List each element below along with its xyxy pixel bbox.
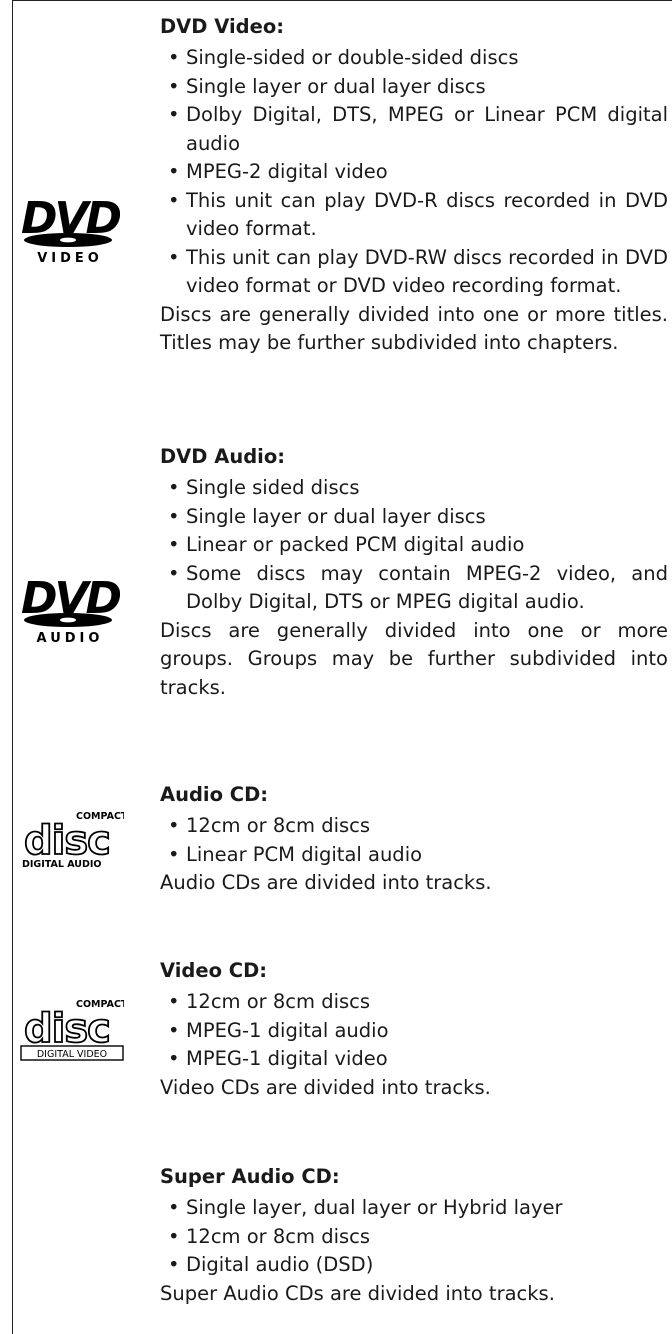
list-item: 12cm or 8cm discs [160, 812, 668, 841]
cd-audio-logo-bottom: DIGITAL AUDIO [22, 859, 101, 870]
section-heading: Video CD: [160, 959, 268, 982]
svg-text:disc: disc [24, 818, 110, 864]
list-item: MPEG-1 digital audio [160, 1017, 668, 1046]
cd-video-logo-bottom: DIGITAL VIDEO [37, 1049, 107, 1060]
compact-disc-digital-audio-logo: COMPACT disc DIGITAL AUDIO [20, 808, 124, 870]
feature-list: Single-sided or double-sided discs Singl… [160, 44, 668, 301]
svg-text:disc: disc [24, 1006, 110, 1052]
list-item: MPEG-2 digital video [160, 158, 668, 187]
page-border-top [12, 0, 672, 1]
section-description: Video CDs are divided into tracks. [160, 1075, 491, 1099]
section-audio-cd: Audio CD: 12cm or 8cm discs Linear PCM d… [160, 782, 668, 898]
section-dvd-audio: DVD Audio: Single sided discs Single lay… [160, 444, 668, 702]
section-heading: DVD Video: [160, 15, 285, 38]
list-item: Linear PCM digital audio [160, 841, 668, 870]
feature-list: 12cm or 8cm discs MPEG-1 digital audio M… [160, 988, 668, 1074]
section-dvd-video: DVD Video: Single-sided or double-sided … [160, 14, 668, 358]
section-super-audio-cd: Super Audio CD: Single layer, dual layer… [160, 1164, 668, 1308]
section-description: Discs are generally divided into one or … [160, 618, 668, 699]
compact-disc-digital-video-logo: COMPACT disc DIGITAL VIDEO [20, 996, 124, 1062]
list-item: Some discs may contain MPEG-2 video, and… [160, 560, 668, 617]
list-item: This unit can play DVD-RW discs recorded… [160, 244, 668, 301]
dvd-video-logo-label: VIDEO [37, 251, 103, 266]
list-item: Dolby Digital, DTS, MPEG or Linear PCM d… [160, 101, 668, 158]
section-heading: DVD Audio: [160, 445, 286, 468]
section-heading: Audio CD: [160, 783, 269, 806]
list-item: Single layer or dual layer discs [160, 73, 668, 102]
list-item: Single layer, dual layer or Hybrid layer [160, 1194, 668, 1223]
list-item: Single sided discs [160, 474, 668, 503]
page-border-left [12, 0, 13, 1334]
section-video-cd: Video CD: 12cm or 8cm discs MPEG-1 digit… [160, 958, 668, 1102]
feature-list: Single sided discs Single layer or dual … [160, 474, 668, 617]
section-heading: Super Audio CD: [160, 1165, 340, 1188]
list-item: Linear or packed PCM digital audio [160, 531, 668, 560]
list-item: MPEG-1 digital video [160, 1045, 668, 1074]
feature-list: Single layer, dual layer or Hybrid layer… [160, 1194, 668, 1280]
list-item: Single-sided or double-sided discs [160, 44, 668, 73]
dvd-video-logo: DVD VIDEO [20, 188, 120, 266]
section-description: Discs are generally divided into one or … [160, 302, 668, 355]
list-item: Single layer or dual layer discs [160, 503, 668, 532]
section-description: Audio CDs are divided into tracks. [160, 871, 492, 894]
section-description: Super Audio CDs are divided into tracks. [160, 1281, 555, 1305]
list-item: 12cm or 8cm discs [160, 1223, 668, 1252]
feature-list: 12cm or 8cm discs Linear PCM digital aud… [160, 812, 668, 869]
list-item: 12cm or 8cm discs [160, 988, 668, 1017]
list-item: This unit can play DVD-R discs recorded … [160, 187, 668, 244]
list-item: Digital audio (DSD) [160, 1251, 668, 1280]
dvd-audio-logo: DVD AUDIO [20, 568, 120, 646]
dvd-audio-logo-label: AUDIO [37, 631, 104, 646]
